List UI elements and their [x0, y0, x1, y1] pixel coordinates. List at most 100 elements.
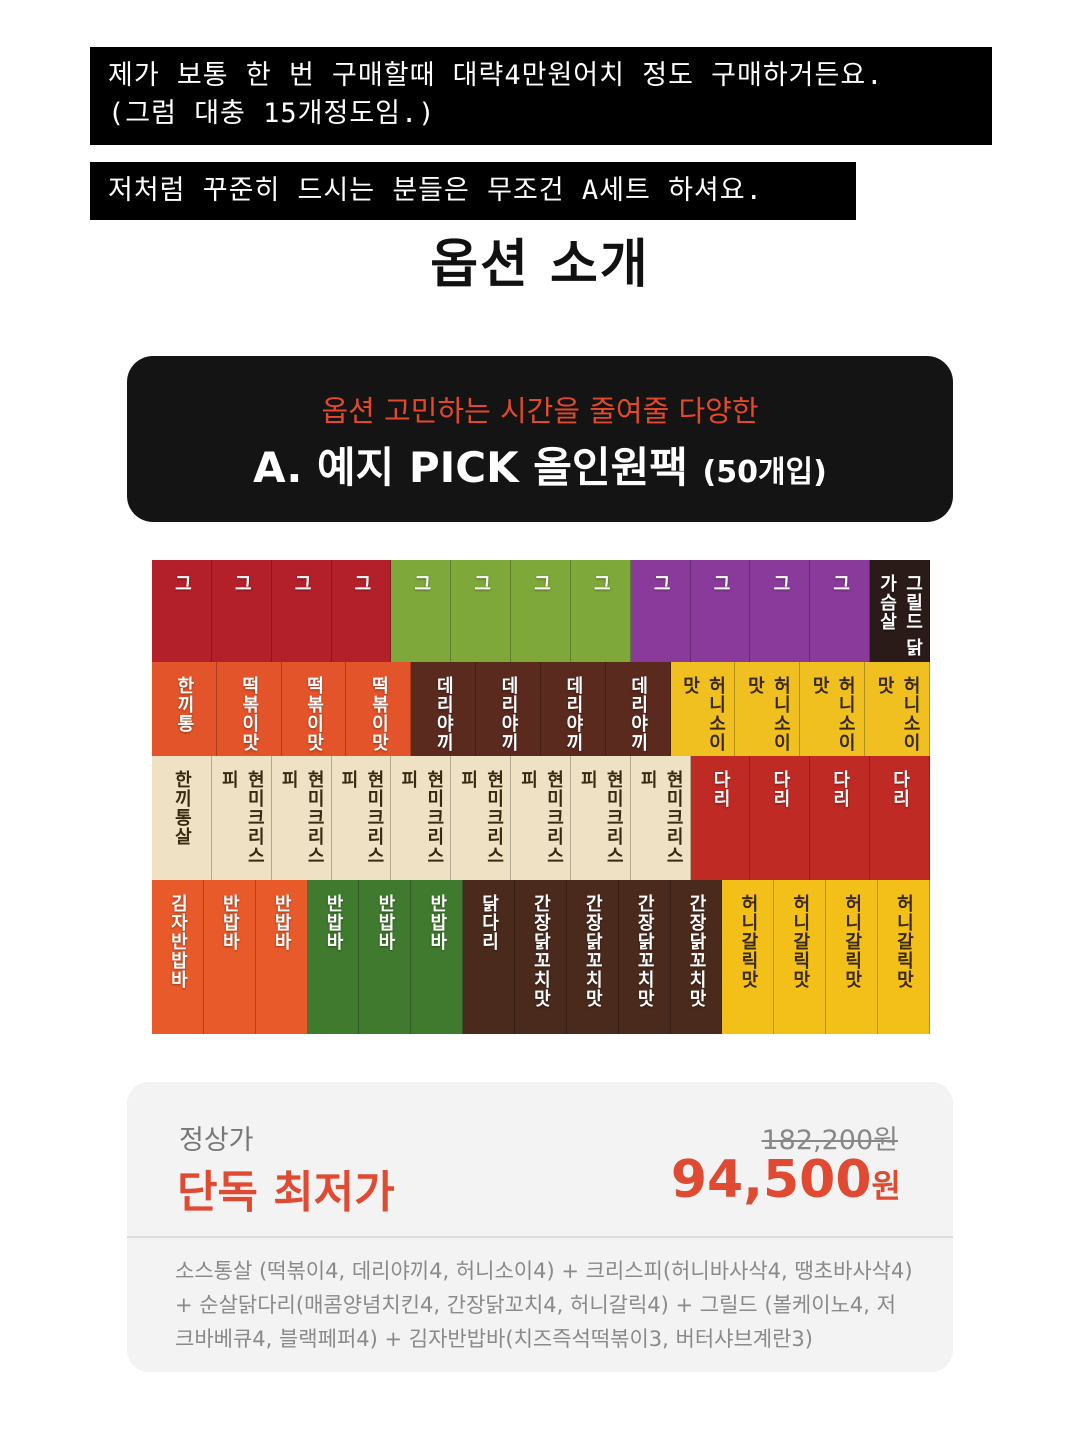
product-pack-label: 데리야끼: [627, 676, 649, 752]
product-pack: 허니소이맛: [670, 662, 736, 756]
product-pack: 반밥바: [203, 880, 256, 1034]
product-pack-label: 떡볶이맛: [368, 676, 390, 752]
product-pack-label: 현미크리스피: [218, 770, 266, 865]
product-pack-label: 그: [530, 574, 552, 593]
product-pack-label: 현미크리스피: [637, 770, 685, 865]
product-pack: 그: [511, 560, 571, 662]
product-pack-label: 다리: [710, 770, 732, 808]
product-pack-label: 다리: [889, 770, 911, 808]
product-pack-label: 데리야끼: [562, 676, 584, 752]
banner-title: A. 예지 PICK 올인원팩: [253, 443, 688, 492]
product-pack-label: 그: [350, 574, 372, 593]
product-pack-label: 김자반밥바: [167, 894, 189, 989]
product-pack: 현미크리스피: [271, 756, 332, 880]
product-pack-label: 현미크리스피: [517, 770, 565, 865]
divider: [127, 1236, 953, 1238]
product-pack-label: 현미크리스피: [337, 770, 385, 865]
product-pack: 현미크리스피: [570, 756, 631, 880]
product-row-sauce: 한끼통 떡볶이맛 떡볶이맛 떡볶이맛 데리야끼 데리야끼 데리야끼 데리야끼 허니소이맛 허니소이…: [152, 662, 930, 756]
product-pack: 떡볶이맛: [216, 662, 282, 756]
product-pack-label: 그: [710, 574, 732, 593]
deal-price-label: 단독 최저가: [177, 1167, 395, 1218]
product-pack-label: 그: [291, 574, 313, 593]
set-composition: 소스통살 (떡볶이4, 데리야끼4, 허니소이4) + 크리스피(허니바사삭4,…: [175, 1259, 913, 1351]
product-pack-label: 반밥바: [323, 894, 344, 951]
product-pack-label: 그: [829, 574, 851, 593]
product-pack: 간장닭꼬치맛: [618, 880, 671, 1034]
product-pack-label: 다리: [829, 770, 851, 808]
product-pack: 한끼통: [152, 662, 217, 756]
product-set-image: 그 그 그 그 그 그 그 그 그 그 그 그 그릴드 닭가슴살 한끼통 떡볶이맛 떡볶이맛 떡볶이맛 데리야끼…: [152, 560, 930, 1034]
product-pack-label: 그릴드 닭가슴살: [876, 574, 924, 658]
product-pack-label: 한끼통: [173, 676, 195, 733]
product-pack-label: 그: [171, 574, 193, 593]
product-pack: 데리야끼: [605, 662, 671, 756]
product-pack: 간장닭꼬치맛: [566, 880, 619, 1034]
product-pack: 그: [630, 560, 691, 662]
product-pack-label: 반밥바: [271, 894, 293, 951]
product-pack-label: 허니소이맛: [809, 676, 857, 752]
product-row-crispy: 한끼통살 현미크리스피 현미크리스피 현미크리스피 현미크리스피 현미크리스피 현미크리스피…: [152, 756, 930, 880]
product-pack-label: 반밥바: [374, 894, 396, 951]
product-pack-label: 반밥바: [219, 894, 241, 951]
product-pack-label: 허니소이맛: [744, 676, 792, 752]
product-pack: 반밥바: [307, 880, 360, 1034]
product-pack-label: 현미크리스피: [577, 770, 625, 865]
product-pack: 허니갈릭맛: [774, 880, 827, 1034]
product-pack: 그: [391, 560, 452, 662]
product-pack: 그: [271, 560, 332, 662]
product-pack: 그: [211, 560, 272, 662]
product-pack: 그: [570, 560, 631, 662]
product-pack: 다리: [810, 756, 871, 880]
product-pack: 현미크리스피: [630, 756, 691, 880]
product-pack-label: 그: [590, 574, 612, 593]
product-pack: 그릴드 닭가슴살: [870, 560, 930, 662]
product-row-drumstick: 김자반밥바 반밥바 반밥바 반밥바 반밥바 반밥바 닭다리 간장닭꼬치맛 간장닭꼬치맛 간장닭꼬치…: [152, 880, 930, 1034]
product-pack-label: 현미크리스피: [278, 770, 326, 865]
section-title: 옵션 소개: [430, 235, 650, 295]
product-pack: 허니갈릭맛: [722, 880, 775, 1034]
caption-line-2: 저처럼 꾸준히 드시는 분들은 무조건 A세트 하셔요.: [90, 162, 856, 220]
product-pack-label: 한끼통살: [171, 770, 193, 846]
product-row-grilled: 그 그 그 그 그 그 그 그 그 그 그 그 그릴드 닭가슴살: [152, 560, 930, 662]
deal-price-unit: 원: [871, 1167, 901, 1205]
product-pack-label: 허니갈릭맛: [893, 894, 915, 989]
product-pack: 반밥바: [359, 880, 412, 1034]
deal-price-value: 94,500: [670, 1150, 872, 1210]
product-pack: 한끼통살: [152, 756, 212, 880]
product-pack-label: 허니소이맛: [679, 676, 727, 752]
product-pack-label: 그: [410, 574, 432, 593]
product-pack: 간장닭꼬치맛: [670, 880, 723, 1034]
price-card: 정상가 182,200원 단독 최저가 94,500원 소스통살 (떡볶이4, …: [127, 1082, 953, 1372]
product-pack: 현미크리스피: [211, 756, 272, 880]
product-pack-label: 간장닭꼬치맛: [686, 894, 708, 1008]
product-pack: 그: [451, 560, 512, 662]
product-pack-label: 반밥바: [426, 894, 448, 951]
product-pack-label: 데리야끼: [433, 676, 455, 752]
product-pack: 반밥바: [411, 880, 464, 1034]
product-pack-label: 허니소이맛: [874, 676, 922, 752]
product-pack: 닭다리: [463, 880, 516, 1034]
product-pack: 그: [750, 560, 811, 662]
product-pack: 데리야끼: [540, 662, 606, 756]
deal-price: 94,500원: [671, 1150, 901, 1210]
product-pack-label: 그: [650, 574, 672, 593]
product-pack-label: 허니갈릭맛: [789, 894, 811, 989]
product-pack: 그: [810, 560, 871, 662]
product-pack-label: 다리: [769, 770, 791, 808]
product-pack: 다리: [750, 756, 811, 880]
product-pack-label: 간장닭꼬치맛: [634, 894, 656, 1008]
product-pack-label: 그: [769, 574, 791, 593]
product-pack-label: 닭다리: [478, 894, 500, 951]
product-pack-label: 허니갈릭맛: [841, 894, 863, 989]
product-pack: 현미크리스피: [451, 756, 512, 880]
product-pack: 반밥바: [255, 880, 308, 1034]
product-pack: 다리: [870, 756, 930, 880]
product-pack-label: 그: [470, 574, 492, 593]
product-pack: 데리야끼: [411, 662, 477, 756]
product-pack: 그: [331, 560, 392, 662]
banner-count: (50개입): [702, 455, 827, 490]
product-pack: 현미크리스피: [391, 756, 452, 880]
product-pack: 김자반밥바: [152, 880, 204, 1034]
product-pack: 간장닭꼬치맛: [515, 880, 567, 1034]
